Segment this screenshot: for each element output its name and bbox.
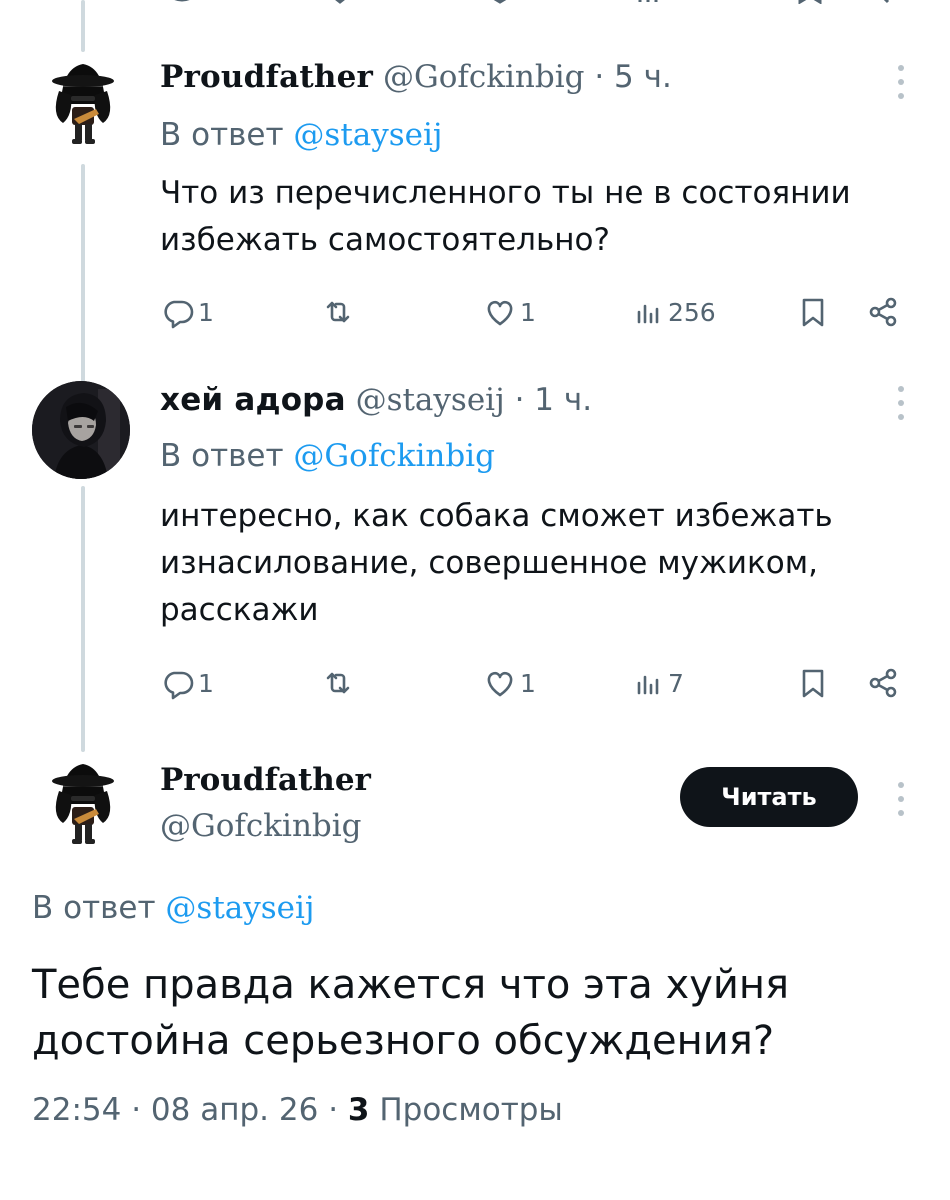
like-count: 1 [520, 297, 536, 327]
tweet-actions: 1 1 7 [160, 663, 905, 703]
share-button[interactable] [865, 663, 901, 703]
mention-link[interactable]: @Gofckinbig [293, 438, 495, 474]
follow-button[interactable]: Читать [680, 767, 858, 827]
reply-context: В ответ @stayseij [32, 890, 315, 926]
author-handle[interactable]: @Gofckinbig [383, 59, 585, 95]
slash-avatar-icon [34, 57, 132, 155]
author-handle[interactable]: @stayseij [356, 382, 505, 418]
more-icon[interactable] [889, 779, 913, 819]
repost-button[interactable] [320, 292, 358, 332]
views-count: 3 [347, 1092, 370, 1128]
like-button[interactable]: 1 [482, 663, 536, 703]
reply-icon [164, 300, 194, 329]
views-label: Просмотры [379, 1092, 563, 1128]
share-button[interactable] [865, 292, 901, 332]
anime-avatar-icon [32, 381, 130, 479]
timestamp[interactable]: 1 ч. [534, 382, 592, 418]
view-count: 7 [668, 668, 684, 698]
views-button[interactable]: 7 [630, 663, 684, 703]
previous-tweet-actions [160, 0, 900, 5]
separator: · [594, 59, 605, 95]
thread-line-top [81, 0, 85, 52]
tweet-text: интересно, как собака сможет избежать из… [160, 498, 833, 628]
reply-prefix: В ответ [32, 890, 156, 926]
tweet-actions: 1 1 256 [160, 292, 905, 332]
share-icon [869, 668, 897, 698]
avatar[interactable] [34, 757, 132, 855]
view-count: 256 [668, 297, 716, 327]
repost-icon [326, 301, 350, 323]
tweet-date[interactable]: 08 апр. 26 [151, 1092, 318, 1128]
tweet-header: Proudfather @Gofckinbig · 5 ч. [160, 57, 672, 97]
like-button[interactable]: 1 [482, 292, 536, 332]
repost-icon [326, 672, 350, 694]
reply-button[interactable]: 1 [160, 292, 214, 332]
repost-button[interactable] [320, 663, 358, 703]
previous-actions-cut-icon [174, 0, 890, 5]
reply-count: 1 [198, 297, 214, 327]
avatar[interactable] [32, 381, 130, 479]
timestamp[interactable]: 5 ч. [614, 59, 672, 95]
reply-prefix: В ответ [160, 117, 284, 153]
views-icon [637, 304, 659, 324]
reply-icon [164, 671, 194, 700]
tweet-time[interactable]: 22:54 [32, 1092, 121, 1128]
author-name[interactable]: Proudfather [160, 59, 373, 95]
tweet-text: Тебе правда кажется что эта хуйня достой… [32, 962, 790, 1064]
thread-line-2 [81, 486, 85, 752]
like-icon [487, 671, 513, 697]
separator: · [131, 1092, 142, 1128]
like-count: 1 [520, 668, 536, 698]
tweet-meta: 22:54 · 08 апр. 26 · 3 Просмотры [32, 1092, 563, 1128]
bookmark-icon [802, 669, 824, 698]
reply-count: 1 [198, 668, 214, 698]
bookmark-button[interactable] [795, 663, 831, 703]
slash-avatar-icon [34, 757, 132, 855]
like-icon [487, 300, 513, 326]
tweet-header: хей адора @stayseij · 1 ч. [160, 380, 592, 420]
thread-line-1 [81, 164, 85, 382]
reply-button[interactable]: 1 [160, 663, 214, 703]
share-icon [869, 297, 897, 327]
avatar[interactable] [34, 57, 132, 155]
views-icon [637, 675, 659, 695]
mention-link[interactable]: @stayseij [165, 890, 314, 926]
reply-context: В ответ @Gofckinbig [160, 436, 495, 476]
separator: · [328, 1092, 339, 1128]
author-handle[interactable]: @Gofckinbig [160, 808, 362, 844]
more-icon[interactable] [889, 383, 913, 423]
reply-prefix: В ответ [160, 438, 284, 474]
separator: · [514, 382, 525, 418]
views-button[interactable]: 256 [630, 292, 716, 332]
tweet-text: Что из перечисленного ты не в состоянии … [160, 175, 851, 258]
author-name[interactable]: Proudfather [160, 762, 371, 798]
bookmark-icon [802, 298, 824, 327]
author-name[interactable]: хей адора [160, 382, 346, 418]
more-icon[interactable] [889, 62, 913, 102]
reply-context: В ответ @stayseij [160, 115, 443, 155]
mention-link[interactable]: @stayseij [293, 117, 442, 153]
bookmark-button[interactable] [795, 292, 831, 332]
